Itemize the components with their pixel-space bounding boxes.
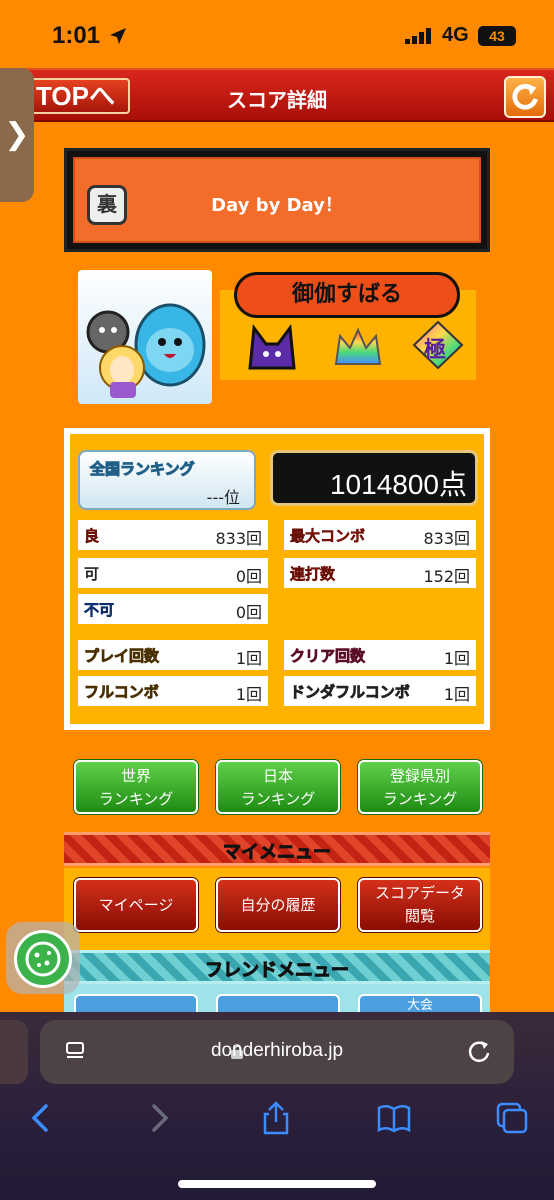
button-line: 世界	[120, 767, 151, 785]
side-drawer-tab[interactable]: ❯	[0, 68, 34, 202]
stat-value: 152回	[423, 567, 470, 586]
status-time: 1:01	[52, 22, 101, 49]
button-line: スコアデータ	[374, 884, 465, 902]
button-line: 登録県別	[389, 767, 450, 785]
don-character-icon	[86, 303, 206, 398]
stat-value: 833回	[423, 529, 470, 548]
cookie-icon	[14, 930, 72, 988]
back-icon[interactable]	[22, 1100, 58, 1136]
stat-row-bad: 不可 0回	[78, 594, 268, 624]
stat-label: フルコンボ	[84, 683, 159, 702]
my-page-button[interactable]: マイページ	[74, 878, 198, 932]
stat-value: 1回	[235, 649, 262, 668]
button-line: ランキング	[240, 790, 316, 808]
button-line: ランキング	[98, 790, 174, 808]
score-points-box: 1014800点	[270, 450, 478, 506]
friend-menu-banner: フレンドメニュー	[64, 950, 490, 984]
tabs-icon[interactable]	[494, 1100, 530, 1136]
previous-tab-edge[interactable]	[0, 1020, 28, 1084]
player-avatar	[78, 270, 212, 404]
friend-menu-title: フレンドメニュー	[205, 960, 350, 982]
stat-value: 1回	[443, 685, 470, 704]
page-header: TOPへ スコア詳細	[0, 68, 554, 122]
stat-row-full-combo: フルコンボ 1回	[78, 676, 268, 706]
stat-label: ドンダフルコンボ	[290, 683, 411, 702]
share-icon[interactable]	[258, 1100, 294, 1136]
national-ranking-value: ---位	[206, 488, 240, 507]
stat-row-ok: 可 0回	[78, 558, 268, 588]
prefecture-ranking-button[interactable]: 登録県別 ランキング	[358, 760, 482, 814]
rainbow-crown-badge-icon	[334, 327, 382, 365]
stat-row-donderful-combo: ドンダフルコンボ 1回	[284, 676, 476, 706]
reload-icon[interactable]	[466, 1038, 492, 1064]
url-text: donderhiroba.jp	[210, 1040, 344, 1061]
stat-value: 1回	[443, 649, 470, 668]
friend-menu-button-2[interactable]	[216, 994, 340, 1014]
crown-cat-badge-icon	[248, 324, 296, 370]
address-bar[interactable]: donderhiroba.jp	[40, 1020, 514, 1084]
stat-row-max-combo: 最大コンボ 833回	[284, 520, 476, 550]
my-menu-banner: マイメニュー	[64, 832, 490, 866]
button-line: 日本	[262, 767, 293, 785]
stat-label: プレイ回数	[84, 647, 160, 666]
friend-menu-button-1[interactable]	[74, 994, 198, 1014]
refresh-icon	[512, 83, 538, 110]
kiwami-label: 極	[424, 338, 447, 363]
status-bar: 1:01 4G 43	[0, 0, 554, 68]
stat-label: 可	[84, 565, 100, 583]
score-points: 1014800点	[329, 469, 467, 500]
refresh-button[interactable]	[504, 76, 546, 118]
stat-value: 0回	[235, 603, 262, 622]
battery-icon: 43	[478, 26, 516, 46]
cookie-settings-button[interactable]	[6, 922, 80, 994]
stat-value: 833回	[215, 529, 262, 548]
page-title: スコア詳細	[227, 88, 327, 112]
cellular-signal-icon	[405, 28, 431, 44]
button-line: 閲覧	[404, 907, 435, 925]
network-type: 4G	[442, 24, 469, 46]
stat-value: 0回	[235, 567, 262, 586]
friend-menu-button-3[interactable]: 大会	[358, 994, 482, 1014]
stat-label: 不可	[84, 601, 115, 620]
stat-label: クリア回数	[290, 647, 366, 666]
japan-ranking-button[interactable]: 日本 ランキング	[216, 760, 340, 814]
bookmarks-icon[interactable]	[376, 1100, 412, 1136]
national-ranking-box: 全国ランキング ---位	[78, 450, 256, 510]
stat-label: 最大コンボ	[290, 527, 366, 546]
forward-icon[interactable]	[142, 1100, 178, 1136]
song-card: 裏 Day by Day！	[64, 148, 490, 252]
location-arrow-icon	[110, 28, 126, 44]
stat-row-drumroll: 連打数 152回	[284, 558, 476, 588]
song-title: Day by Day！	[211, 195, 343, 216]
my-menu-title: マイメニュー	[223, 842, 332, 864]
stat-label: 良	[84, 527, 100, 546]
stat-row-play-count: プレイ回数 1回	[78, 640, 268, 670]
kiwami-badge-icon: 極	[412, 320, 464, 370]
button-label: マイページ	[98, 896, 174, 914]
stat-label: 連打数	[290, 565, 336, 584]
stat-value: 1回	[235, 685, 262, 704]
home-indicator	[178, 1180, 376, 1188]
score-data-button[interactable]: スコアデータ 閲覧	[358, 878, 482, 932]
player-name: 御伽すばる	[234, 272, 460, 318]
button-line: ランキング	[382, 790, 458, 808]
button-label: 自分の履歴	[240, 896, 316, 914]
song-card-inner: 裏 Day by Day！	[73, 157, 481, 243]
stat-row-clear-count: クリア回数 1回	[284, 640, 476, 670]
national-ranking-label: 全国ランキング	[90, 460, 196, 479]
world-ranking-button[interactable]: 世界 ランキング	[74, 760, 198, 814]
stat-row-good: 良 833回	[78, 520, 268, 550]
my-history-button[interactable]: 自分の履歴	[216, 878, 340, 932]
